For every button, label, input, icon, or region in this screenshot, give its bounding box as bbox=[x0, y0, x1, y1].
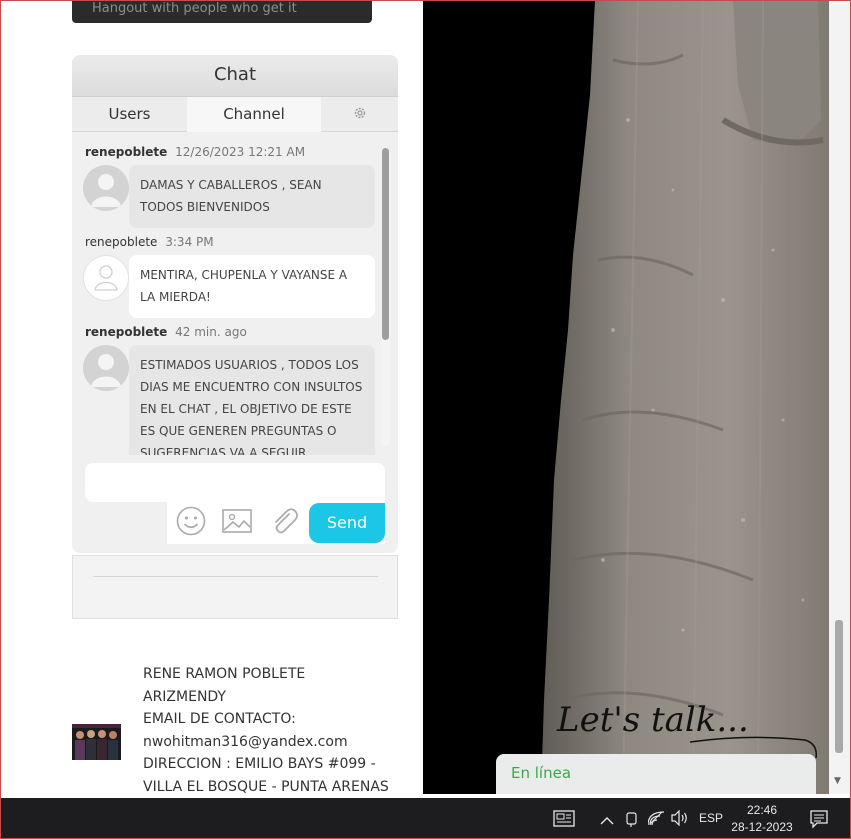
message-author: renepoblete bbox=[85, 325, 168, 339]
chat-title: Chat bbox=[72, 55, 398, 97]
image-icon[interactable] bbox=[221, 505, 253, 541]
system-clock[interactable]: 22:46 28-12-2023 bbox=[722, 802, 802, 836]
message-author: renepoblete bbox=[85, 145, 168, 159]
message-time: 42 min. ago bbox=[175, 325, 247, 339]
avatar[interactable] bbox=[83, 255, 129, 301]
scrollbar-thumb[interactable] bbox=[382, 148, 389, 340]
contact-name-line: RENE RAMON POBLETE bbox=[143, 666, 306, 682]
message-meta: renepoblete 12/26/2023 12:21 AM bbox=[85, 145, 305, 159]
contact-email-label: EMAIL DE CONTACTO: bbox=[143, 711, 296, 728]
avatar[interactable] bbox=[83, 165, 129, 211]
clock-date: 28-12-2023 bbox=[731, 820, 793, 834]
page-scrollbar-thumb[interactable] bbox=[835, 620, 843, 753]
tab-users[interactable]: Users bbox=[72, 97, 187, 132]
gear-icon[interactable] bbox=[350, 106, 370, 124]
message-text: MENTIRA, CHUPENLA Y VAYANSE A LA MIERDA! bbox=[129, 255, 375, 318]
message-input[interactable] bbox=[85, 463, 385, 502]
message-meta: renepoblete 3:34 PM bbox=[85, 235, 214, 249]
clock-time: 22:46 bbox=[746, 803, 778, 817]
chat-tabs: Users Channel bbox=[72, 97, 398, 132]
chat-widget: Chat Users Channel renepoblete 12/26/202… bbox=[72, 55, 398, 553]
online-status: En línea bbox=[511, 764, 572, 782]
notifications-icon[interactable] bbox=[809, 809, 829, 834]
attachment-icon[interactable] bbox=[268, 505, 300, 541]
language-indicator[interactable]: ESP bbox=[699, 811, 723, 825]
news-widget-icon[interactable] bbox=[553, 810, 575, 832]
wifi-icon[interactable] bbox=[647, 810, 666, 831]
meet-now-icon[interactable] bbox=[625, 810, 639, 833]
emoji-icon[interactable] bbox=[175, 505, 207, 541]
message-author: renepoblete bbox=[85, 235, 158, 249]
divider bbox=[93, 576, 378, 577]
moon-surface-image bbox=[423, 0, 829, 794]
message-time: 12/26/2023 12:21 AM bbox=[175, 145, 306, 159]
message-meta: renepoblete 42 min. ago bbox=[85, 325, 247, 339]
contact-name-line: ARIZMENDY bbox=[143, 688, 226, 705]
message-text: ESTIMADOS USUARIOS , TODOS LOS DIAS ME E… bbox=[129, 345, 375, 455]
volume-icon[interactable] bbox=[670, 809, 690, 831]
contact-address-line: DIRECCION : EMILIO BAYS #099 - bbox=[143, 756, 376, 773]
banner-text: Hangout with people who get it bbox=[92, 1, 297, 16]
page-scrollbar[interactable]: ▼ bbox=[829, 0, 851, 794]
message-time: 3:34 PM bbox=[165, 235, 214, 249]
message-text: DAMAS Y CABALLEROS , SEAN TODOS BIENVENI… bbox=[129, 165, 375, 228]
windows-taskbar: ESP 22:46 28-12-2023 bbox=[0, 798, 851, 839]
chevron-up-icon[interactable] bbox=[600, 813, 614, 831]
chat-footer-panel bbox=[72, 555, 398, 619]
contact-email: nwohitman316@yandex.com bbox=[143, 733, 348, 750]
tab-channel[interactable]: Channel bbox=[187, 97, 321, 132]
scroll-down-arrow-icon[interactable]: ▼ bbox=[834, 776, 841, 786]
hangout-banner: Hangout with people who get it bbox=[72, 0, 372, 23]
contact-photo bbox=[72, 724, 121, 760]
contact-address-line: VILLA EL BOSQUE - PUNTA ARENAS bbox=[143, 778, 389, 795]
message-scrollbar[interactable] bbox=[381, 148, 390, 446]
live-chat-status-bar[interactable]: En línea bbox=[496, 754, 816, 794]
avatar[interactable] bbox=[83, 345, 129, 391]
contact-info: RENE RAMON POBLETE ARIZMENDY EMAIL DE CO… bbox=[143, 663, 413, 799]
send-button[interactable]: Send bbox=[309, 503, 385, 543]
message-list: renepoblete 12/26/2023 12:21 AM DAMAS Y … bbox=[72, 133, 378, 455]
